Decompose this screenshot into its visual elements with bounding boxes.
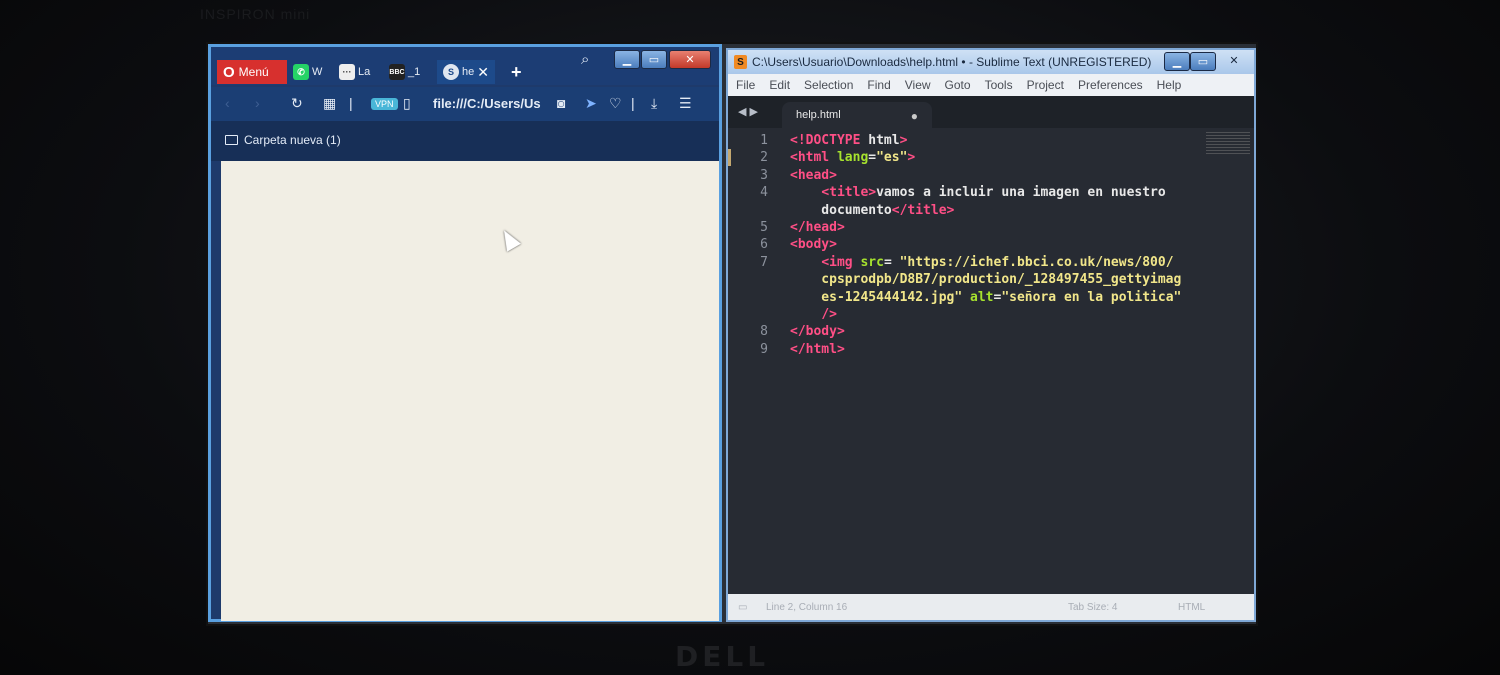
line-number xyxy=(728,271,768,288)
new-tab-icon[interactable]: + xyxy=(511,62,522,83)
monitor-model-text: INSPIRON mini xyxy=(200,6,311,22)
page-content[interactable] xyxy=(221,161,719,621)
unsaved-dot-icon[interactable]: ● xyxy=(911,109,918,123)
close-button[interactable]: ✕ xyxy=(1216,52,1252,69)
menu-preferences[interactable]: Preferences xyxy=(1078,78,1143,92)
chat-icon: ··· xyxy=(339,64,355,80)
page-icon: ▯ xyxy=(403,95,411,111)
menu-view[interactable]: View xyxy=(905,78,931,92)
divider: | xyxy=(349,95,353,111)
minimize-button[interactable]: ▁ xyxy=(614,50,640,69)
address-bar[interactable]: file:///C:/Users/Us xyxy=(433,96,545,111)
file-icon: S xyxy=(443,64,459,80)
line-number: 4 xyxy=(760,185,768,201)
maximize-button[interactable]: ▭ xyxy=(641,50,667,69)
line-number: 7 xyxy=(760,254,768,270)
line-number xyxy=(728,202,768,219)
bookmark-folder[interactable]: Carpeta nueva (1) xyxy=(225,133,341,147)
heart-icon[interactable]: ♡ xyxy=(609,95,622,112)
tab-whatsapp[interactable]: ✆ W xyxy=(293,60,322,84)
tab-help-active[interactable]: S he ✕ xyxy=(437,60,495,84)
editor-tab-bar: ◀ ▶ help.html ● xyxy=(728,96,1254,128)
close-button[interactable]: ✕ xyxy=(669,50,711,69)
opera-menu-button[interactable]: O Menú xyxy=(217,60,287,84)
browser-tab-bar: O Menú ✆ W ··· La BBC _1 S he ✕ + ⌕ ▁ ▭ … xyxy=(211,47,719,85)
back-icon[interactable]: ‹ xyxy=(225,95,230,111)
line-number: 6 xyxy=(760,237,768,253)
menu-file[interactable]: File xyxy=(736,78,755,92)
mouse-cursor-icon xyxy=(497,226,521,252)
line-number xyxy=(728,306,768,323)
code-content[interactable]: <!DOCTYPE html> <html lang="es"> <head> … xyxy=(790,132,1181,358)
maximize-button[interactable]: ▭ xyxy=(1190,52,1216,71)
screen: O Menú ✆ W ··· La BBC _1 S he ✕ + ⌕ ▁ ▭ … xyxy=(208,44,1256,624)
syntax-mode[interactable]: HTML xyxy=(1178,602,1205,613)
dell-logo: DELL xyxy=(675,640,770,673)
tab-size[interactable]: Tab Size: 4 xyxy=(1068,602,1117,613)
menu-help[interactable]: Help xyxy=(1157,78,1182,92)
tab-bbc[interactable]: BBC _1 xyxy=(389,60,420,84)
reload-icon[interactable]: ↻ xyxy=(291,95,303,112)
close-tab-icon[interactable]: ✕ xyxy=(477,64,489,81)
title-bar: S C:\Users\Usuario\Downloads\help.html •… xyxy=(728,50,1254,74)
bbc-icon: BBC xyxy=(389,64,405,80)
line-number: 8 xyxy=(760,324,768,340)
line-number: 3 xyxy=(760,167,768,183)
window-title: C:\Users\Usuario\Downloads\help.html • -… xyxy=(752,55,1152,69)
tab-label: W xyxy=(312,66,323,78)
line-number: 1 xyxy=(760,133,768,148)
bookmarks-bar: Carpeta nueva (1) xyxy=(211,121,719,161)
opera-browser-window: O Menú ✆ W ··· La BBC _1 S he ✕ + ⌕ ▁ ▭ … xyxy=(208,44,722,622)
send-icon[interactable]: ➤ xyxy=(585,95,597,112)
tab-label: _1 xyxy=(408,66,421,78)
menu-project[interactable]: Project xyxy=(1027,78,1064,92)
sublime-logo-icon: S xyxy=(734,55,747,69)
panel-toggle-icon[interactable]: ▭ xyxy=(738,602,747,613)
menu-goto[interactable]: Goto xyxy=(945,78,971,92)
whatsapp-icon: ✆ xyxy=(293,64,309,80)
minimize-button[interactable]: ▁ xyxy=(1164,52,1190,71)
camera-icon[interactable]: ◙ xyxy=(557,95,565,111)
line-number: 2 xyxy=(760,150,768,166)
sublime-text-window: S C:\Users\Usuario\Downloads\help.html •… xyxy=(726,48,1256,622)
menu-edit[interactable]: Edit xyxy=(769,78,790,92)
download-icon[interactable]: ⤓ xyxy=(651,95,657,112)
tab-label: he xyxy=(462,66,475,78)
code-editor[interactable]: 1 2 3 4 5 6 7 8 9 <!DOCTYPE html> <html … xyxy=(728,128,1254,598)
forward-icon[interactable]: › xyxy=(255,95,260,111)
menu-bar: File Edit Selection Find View Goto Tools… xyxy=(728,74,1254,96)
cursor-position: Line 2, Column 16 xyxy=(766,602,848,613)
tab-help-html[interactable]: help.html ● xyxy=(782,102,932,128)
bookmark-label: Carpeta nueva (1) xyxy=(244,133,341,147)
browser-toolbar: ‹ › ↻ ▦ | VPN ▯ file:///C:/Users/Us ◙ ➤ … xyxy=(211,87,719,121)
line-number: 9 xyxy=(760,341,768,357)
tabs-grid-icon[interactable]: ▦ xyxy=(323,95,336,112)
line-number-gutter: 1 2 3 4 5 6 7 8 9 xyxy=(728,132,768,358)
divider: | xyxy=(631,95,635,111)
folder-icon xyxy=(225,135,238,145)
tab-nav-arrows-icon[interactable]: ◀ ▶ xyxy=(738,105,758,118)
line-number xyxy=(728,289,768,306)
tab-la[interactable]: ··· La xyxy=(339,60,370,84)
menu-tools[interactable]: Tools xyxy=(985,78,1013,92)
opera-logo-icon: O xyxy=(223,63,235,81)
menu-selection[interactable]: Selection xyxy=(804,78,853,92)
status-bar: ▭ Line 2, Column 16 Tab Size: 4 HTML xyxy=(728,594,1254,620)
menu-label: Menú xyxy=(238,65,269,79)
vpn-badge[interactable]: VPN xyxy=(371,98,398,110)
tab-label: help.html xyxy=(796,109,841,121)
settings-icon[interactable]: ☰ xyxy=(679,95,692,112)
tab-label: La xyxy=(358,66,371,78)
search-icon[interactable]: ⌕ xyxy=(581,51,589,68)
line-number: 5 xyxy=(760,220,768,236)
menu-find[interactable]: Find xyxy=(867,78,890,92)
